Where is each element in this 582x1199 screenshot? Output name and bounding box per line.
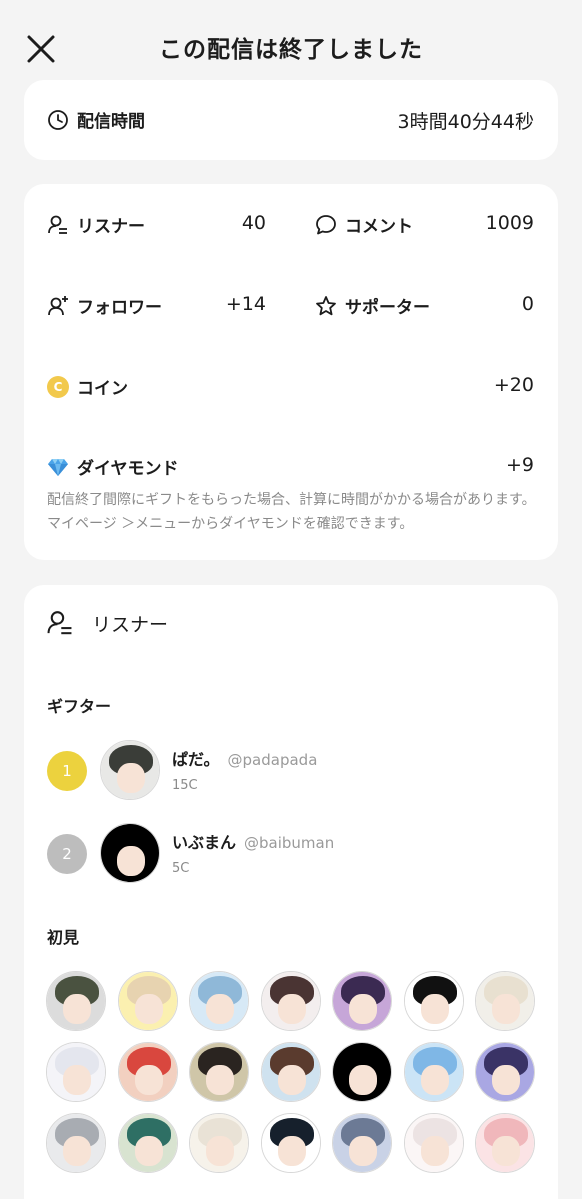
gifter-handle: @padapada bbox=[227, 751, 318, 769]
listener-icon bbox=[47, 611, 72, 635]
avatar[interactable] bbox=[46, 971, 106, 1031]
first-time-listener[interactable] bbox=[189, 971, 249, 1031]
star-icon bbox=[316, 295, 336, 315]
first-time-listener[interactable] bbox=[475, 1113, 535, 1173]
listeners-section-title: リスナー bbox=[46, 609, 168, 637]
duration-label-row: 配信時間 bbox=[47, 107, 145, 132]
supporters-value: 0 bbox=[521, 293, 534, 315]
first-time-listener[interactable] bbox=[117, 1042, 178, 1102]
diamond-icon bbox=[48, 458, 68, 476]
avatar[interactable] bbox=[189, 971, 249, 1031]
clock-icon bbox=[48, 109, 68, 130]
diamond-note: 配信終了間際にギフトをもらった場合、計算に時間がかかる場合があります。マイページ… bbox=[47, 492, 536, 532]
avatar[interactable] bbox=[189, 1113, 249, 1173]
followers-stat: フォロワー bbox=[47, 293, 162, 318]
avatar[interactable] bbox=[403, 1113, 464, 1173]
first-time-listener[interactable] bbox=[475, 1042, 535, 1102]
rank-badge: 2 bbox=[47, 834, 87, 874]
duration-label: 配信時間 bbox=[77, 112, 145, 132]
gifter-name: いぶまん @baibuman bbox=[172, 829, 334, 853]
gifter-row[interactable]: 1 ぱだ。 @padapada 15C bbox=[47, 740, 537, 802]
coins-stat: C コイン bbox=[47, 374, 128, 399]
gifter-coins: 15C bbox=[172, 778, 198, 793]
followers-value: +14 bbox=[225, 293, 266, 315]
first-time-heading: 初見 bbox=[47, 928, 80, 947]
comments-stat: コメント bbox=[315, 212, 413, 237]
coin-icon: C bbox=[47, 375, 69, 398]
first-time-listener[interactable] bbox=[475, 971, 535, 1031]
diamonds-value: +9 bbox=[505, 454, 534, 476]
coins-value: +20 bbox=[493, 374, 534, 396]
page-title: この配信は終了しました bbox=[159, 37, 423, 63]
avatar[interactable] bbox=[100, 823, 160, 883]
avatar[interactable] bbox=[403, 1042, 464, 1102]
avatar[interactable] bbox=[117, 1042, 178, 1102]
avatar[interactable] bbox=[46, 1042, 106, 1102]
listeners-label: リスナー bbox=[77, 217, 145, 237]
followers-label: フォロワー bbox=[77, 298, 162, 318]
avatar[interactable] bbox=[475, 1042, 535, 1102]
first-time-listener[interactable] bbox=[260, 1113, 321, 1173]
avatar[interactable] bbox=[260, 1042, 321, 1102]
duration-value: 3時間40分44秒 bbox=[397, 111, 534, 133]
avatar[interactable] bbox=[46, 1113, 106, 1173]
avatar[interactable] bbox=[332, 971, 392, 1031]
gifter-row[interactable]: 2 いぶまん @baibuman 5C bbox=[47, 823, 537, 885]
listeners-value: 40 bbox=[241, 212, 266, 234]
first-time-listener[interactable] bbox=[403, 1113, 464, 1173]
gifter-display-name: いぶまん bbox=[172, 833, 237, 852]
first-time-listener[interactable] bbox=[332, 1042, 392, 1102]
listeners-card: リスナー ギフター 1 ぱだ。 @padapada 15C 2 いぶまん @baibuman… bbox=[24, 585, 558, 1199]
first-time-listener[interactable] bbox=[260, 971, 321, 1031]
avatar[interactable] bbox=[260, 971, 321, 1031]
duration-card: 配信時間 3時間40分44秒 bbox=[24, 80, 558, 160]
gifter-coins: 5C bbox=[172, 861, 190, 876]
rank-badge: 1 bbox=[47, 751, 87, 791]
avatar[interactable] bbox=[117, 971, 178, 1031]
first-time-listener[interactable] bbox=[403, 971, 464, 1031]
avatar[interactable] bbox=[403, 971, 464, 1031]
gifters-heading: ギフター bbox=[47, 697, 112, 716]
avatar[interactable] bbox=[475, 1113, 535, 1173]
first-time-listener[interactable] bbox=[332, 971, 392, 1031]
listener-icon bbox=[48, 215, 67, 234]
first-time-listener[interactable] bbox=[403, 1042, 464, 1102]
avatar[interactable] bbox=[117, 1113, 178, 1173]
avatar[interactable] bbox=[332, 1042, 392, 1102]
first-time-listener[interactable] bbox=[46, 971, 106, 1031]
first-time-listener[interactable] bbox=[189, 1113, 249, 1173]
first-time-listener[interactable] bbox=[46, 1113, 106, 1173]
comments-label: コメント bbox=[345, 217, 413, 237]
comment-icon bbox=[316, 214, 336, 234]
avatar[interactable] bbox=[475, 971, 535, 1031]
diamonds-stat: ダイヤモンド bbox=[47, 454, 179, 479]
avatar[interactable] bbox=[260, 1113, 321, 1173]
stats-card: リスナー 40 コメント 1009 フォロワー +14 サポーター 0 C コイ… bbox=[24, 184, 558, 560]
avatar[interactable] bbox=[100, 740, 160, 800]
listeners-section-label: リスナー bbox=[92, 613, 169, 636]
follower-add-icon bbox=[48, 295, 68, 315]
gifter-display-name: ぱだ。 bbox=[172, 750, 220, 769]
first-time-listener[interactable] bbox=[46, 1042, 106, 1102]
comments-value: 1009 bbox=[485, 212, 534, 234]
listeners-stat: リスナー bbox=[47, 212, 145, 237]
first-time-listener[interactable] bbox=[117, 971, 178, 1031]
diamonds-label: ダイヤモンド bbox=[77, 459, 179, 479]
supporters-label: サポーター bbox=[345, 298, 430, 318]
avatar[interactable] bbox=[332, 1113, 392, 1173]
gifter-name: ぱだ。 @padapada bbox=[172, 746, 317, 770]
coins-label: コイン bbox=[77, 379, 128, 399]
first-time-listener[interactable] bbox=[332, 1113, 392, 1173]
avatar[interactable] bbox=[189, 1042, 249, 1102]
gifter-handle: @baibuman bbox=[244, 834, 335, 852]
first-time-listener[interactable] bbox=[189, 1042, 249, 1102]
supporters-stat: サポーター bbox=[315, 293, 430, 318]
first-time-listener[interactable] bbox=[260, 1042, 321, 1102]
first-time-listener[interactable] bbox=[117, 1113, 178, 1173]
